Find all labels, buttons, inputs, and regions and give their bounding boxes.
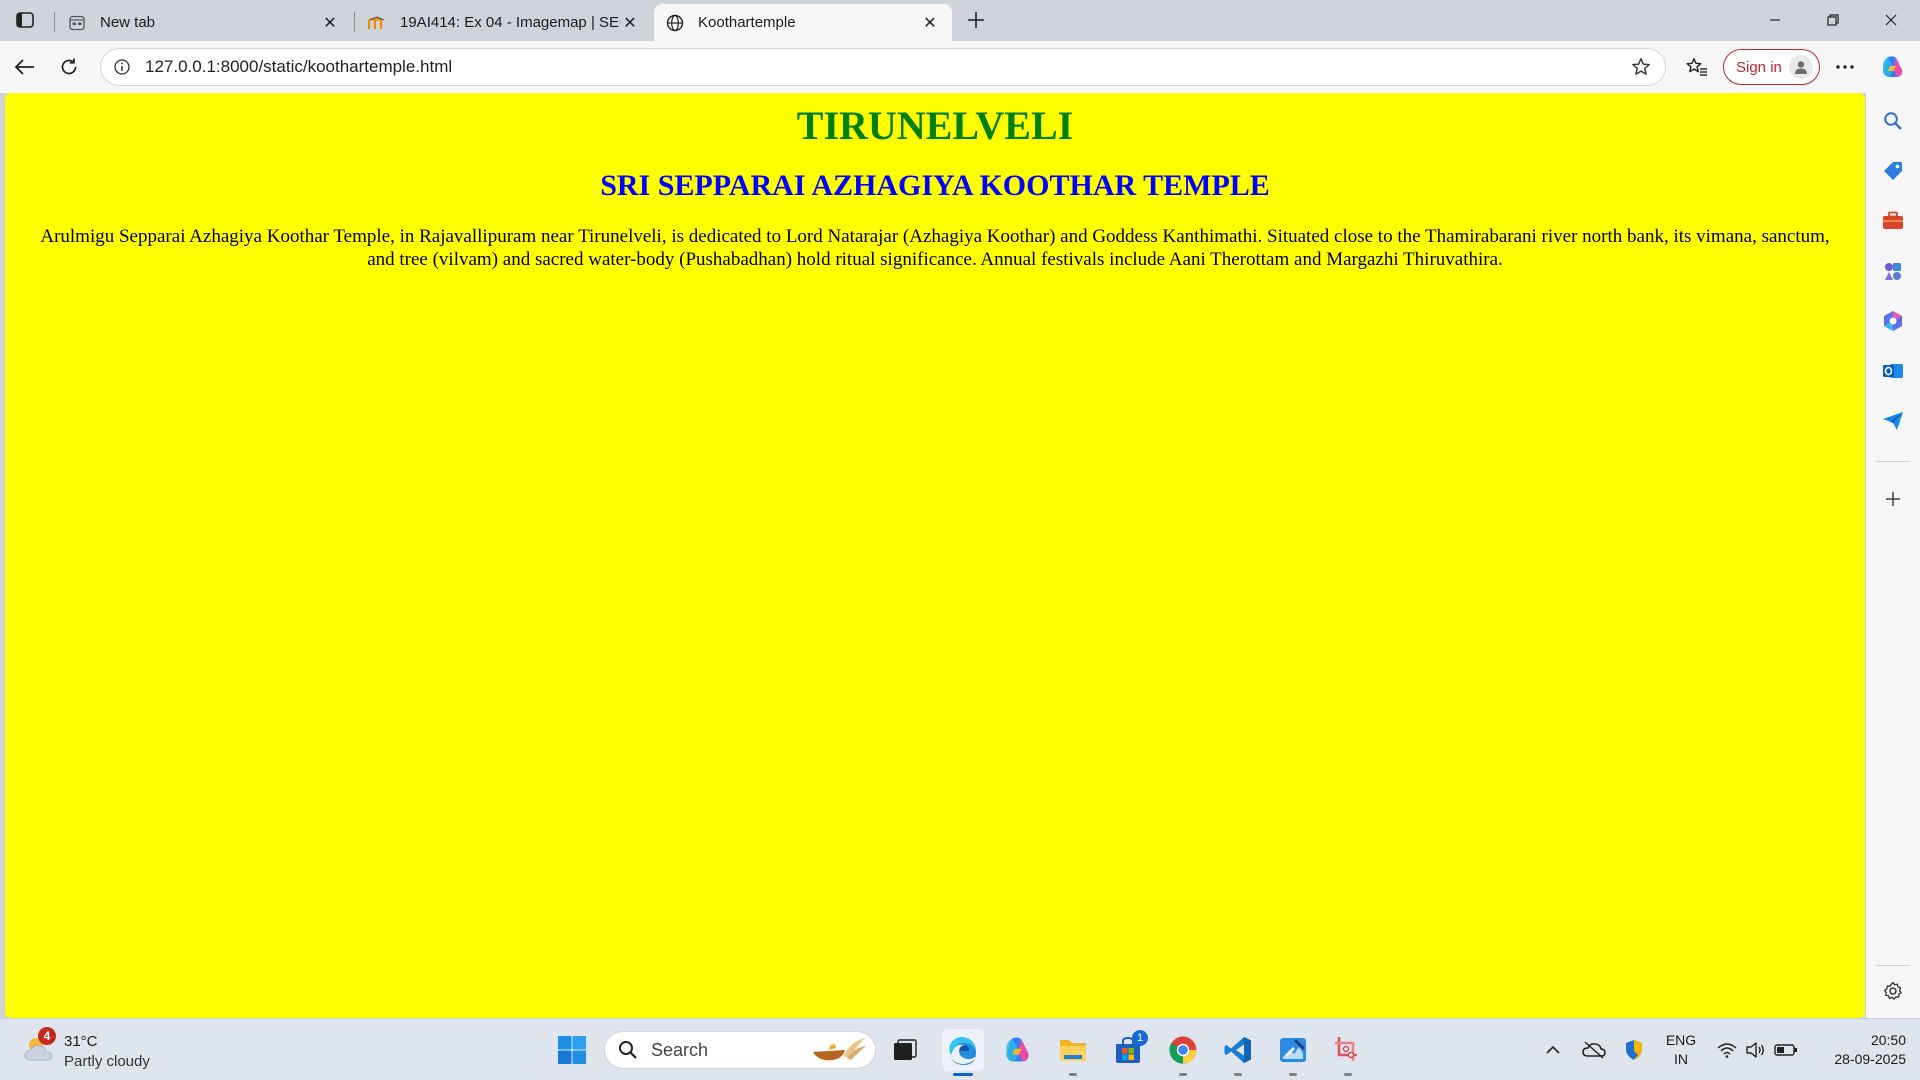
clock-date: 28-09-2025 xyxy=(1834,1051,1906,1067)
outlook-icon[interactable] xyxy=(1881,359,1905,383)
search-icon xyxy=(617,1039,639,1061)
open-app-indicator xyxy=(1344,1073,1352,1076)
more-options-button[interactable] xyxy=(1830,52,1860,82)
taskbar-file-explorer[interactable] xyxy=(1052,1029,1094,1076)
edge-sidebar xyxy=(1866,93,1920,1018)
copilot-icon[interactable] xyxy=(1878,52,1908,82)
tab-title: Koothartemple xyxy=(698,14,796,31)
weather-alert-badge: 4 xyxy=(38,1027,56,1045)
new-tab-button[interactable] xyxy=(962,6,990,34)
open-app-indicator xyxy=(1179,1073,1187,1076)
send-message-icon[interactable] xyxy=(1881,409,1905,433)
tab-koothartemple[interactable]: Koothartemple ✕ xyxy=(654,4,952,41)
system-clock[interactable]: 20:50 28-09-2025 xyxy=(1806,1031,1906,1069)
taskbar-edge[interactable] xyxy=(942,1029,984,1076)
tab-separator xyxy=(354,12,355,32)
taskbar-microsoft-store[interactable]: 1 xyxy=(1107,1029,1149,1071)
tab-actions-icon[interactable] xyxy=(12,8,38,32)
search-highlight-lamp-icon xyxy=(809,1036,867,1064)
refresh-button[interactable] xyxy=(54,52,84,82)
minimize-button[interactable] xyxy=(1752,4,1798,36)
tab-title: 19AI414: Ex 04 - Imagemap | SEC xyxy=(400,14,620,31)
shopping-tag-icon[interactable] xyxy=(1881,159,1905,183)
browser-toolbar: 127.0.0.1:8000/static/koothartemple.html… xyxy=(0,41,1920,93)
windows-taskbar: 4 31°C Partly cloudy Search 1 ENG IN 20:… xyxy=(0,1018,1920,1080)
add-sidebar-app-icon[interactable] xyxy=(1881,487,1905,511)
tab-strip: New tab ✕ 19AI414: Ex 04 - Imagemap | SE… xyxy=(0,0,1920,41)
games-icon[interactable] xyxy=(1881,259,1905,283)
weather-widget[interactable]: 4 31°C Partly cloudy xyxy=(20,1027,190,1073)
sidebar-divider xyxy=(1876,461,1910,462)
taskbar-snipping-tool[interactable] xyxy=(1327,1029,1369,1076)
tab-title: New tab xyxy=(100,14,156,31)
temple-subheading: SRI SEPPARAI AZHAGIYA KOOTHAR TEMPLE xyxy=(600,169,1270,202)
taskbar-chrome[interactable] xyxy=(1162,1029,1204,1076)
back-button[interactable] xyxy=(10,52,40,82)
weather-temperature: 31°C xyxy=(64,1033,98,1050)
profile-avatar-icon xyxy=(1789,55,1813,79)
favorite-star-icon[interactable] xyxy=(1629,55,1653,79)
taskbar-vscode[interactable] xyxy=(1217,1029,1259,1076)
microsoft-365-icon[interactable] xyxy=(1881,309,1905,333)
weather-description: Partly cloudy xyxy=(64,1053,150,1070)
gear-icon[interactable] xyxy=(1881,979,1905,1003)
url-text[interactable]: 127.0.0.1:8000/static/koothartemple.html xyxy=(145,57,1629,77)
site-info-icon[interactable] xyxy=(113,58,131,76)
show-hidden-icons-chevron-up-icon[interactable] xyxy=(1538,1029,1568,1071)
moodle-icon xyxy=(368,14,386,32)
start-button[interactable] xyxy=(551,1029,593,1071)
volume-icon[interactable] xyxy=(1742,1029,1770,1071)
region-code: IN xyxy=(1674,1051,1688,1067)
language-code: ENG xyxy=(1665,1032,1697,1048)
language-indicator[interactable]: ENG IN xyxy=(1654,1031,1708,1069)
close-icon[interactable]: ✕ xyxy=(920,13,940,33)
search-placeholder: Search xyxy=(651,1039,709,1060)
tab-separator xyxy=(54,12,55,32)
security-shield-icon[interactable] xyxy=(1618,1029,1650,1071)
favorites-button[interactable] xyxy=(1682,52,1712,82)
sidebar-divider xyxy=(1876,965,1910,966)
search-icon[interactable] xyxy=(1881,109,1905,133)
store-notification-badge: 1 xyxy=(1132,1030,1148,1046)
active-app-indicator xyxy=(953,1073,973,1076)
taskbar-paint[interactable] xyxy=(1272,1029,1314,1076)
tab-new-tab[interactable]: New tab ✕ xyxy=(56,4,352,41)
taskbar-search[interactable]: Search xyxy=(604,1031,876,1069)
globe-icon xyxy=(666,14,684,32)
sign-in-label: Sign in xyxy=(1736,58,1782,76)
sign-in-button[interactable]: Sign in xyxy=(1723,49,1820,85)
temple-description: Arulmigu Sepparai Azhagiya Koothar Templ… xyxy=(40,226,1830,270)
page-heading: TIRUNELVELI xyxy=(796,103,1074,148)
tab-imagemap[interactable]: 19AI414: Ex 04 - Imagemap | SEC ✕ xyxy=(356,4,652,41)
tools-briefcase-icon[interactable] xyxy=(1881,209,1905,233)
page-content: TIRUNELVELI SRI SEPPARAI AZHAGIYA KOOTHA… xyxy=(5,93,1865,1018)
close-window-button[interactable] xyxy=(1868,4,1914,36)
open-app-indicator xyxy=(1069,1073,1077,1076)
new-tab-page-icon xyxy=(68,14,86,32)
taskbar-copilot[interactable] xyxy=(997,1029,1039,1071)
close-icon[interactable]: ✕ xyxy=(620,13,640,33)
wifi-icon[interactable] xyxy=(1713,1029,1741,1071)
battery-icon[interactable] xyxy=(1771,1029,1801,1071)
onedrive-offline-icon[interactable] xyxy=(1578,1029,1610,1071)
restore-button[interactable] xyxy=(1810,4,1856,36)
address-bar[interactable]: 127.0.0.1:8000/static/koothartemple.html xyxy=(100,48,1666,86)
open-app-indicator xyxy=(1234,1073,1242,1076)
clock-time: 20:50 xyxy=(1870,1032,1906,1048)
task-view-icon[interactable] xyxy=(884,1029,926,1071)
close-icon[interactable]: ✕ xyxy=(320,13,340,33)
open-app-indicator xyxy=(1289,1073,1297,1076)
